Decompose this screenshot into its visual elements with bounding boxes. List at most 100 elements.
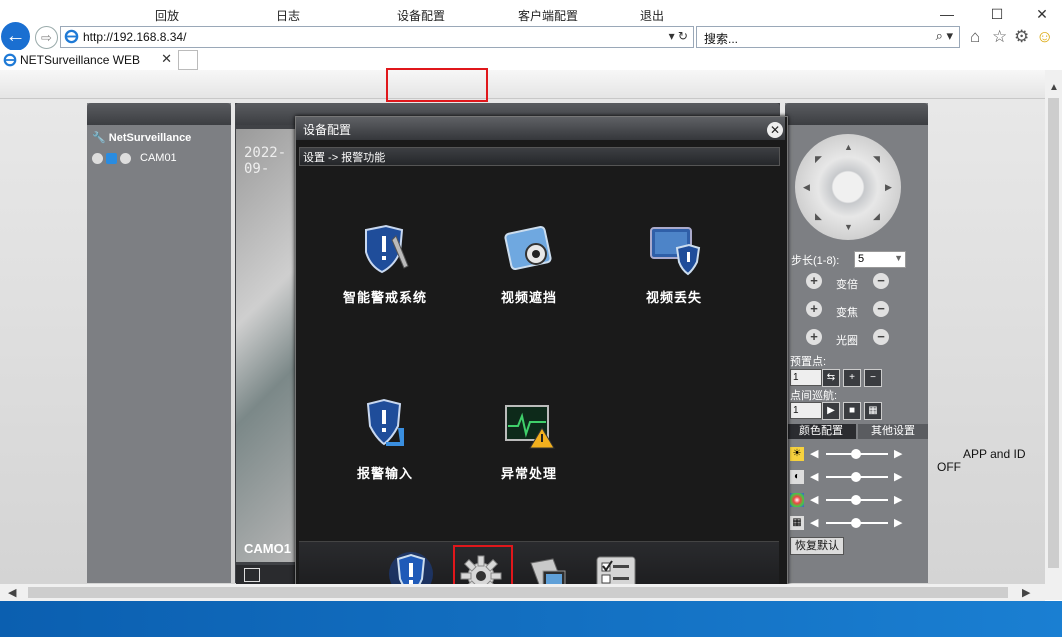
ptz-downleft-icon[interactable]: ◣ [815,211,822,222]
ptz-downright-icon[interactable]: ◢ [873,211,880,222]
minimize-icon[interactable]: — [935,6,959,24]
cruise-play-icon[interactable]: ▶ [822,402,840,420]
slider-left-icon[interactable]: ◀ [810,516,818,529]
ptz-up-icon[interactable]: ▲ [844,142,853,152]
new-tab-button[interactable] [178,50,198,70]
ptz-down-icon[interactable]: ▼ [844,222,853,232]
address-bar[interactable]: http://192.168.8.34/ ▾ ↻ [60,26,694,48]
brightness-slider[interactable]: ☀ ◀ ▶ [790,447,910,461]
preset-goto-icon[interactable]: ⇆ [822,369,840,387]
favorites-star-icon[interactable]: ☆ [992,27,1007,47]
cruise-input[interactable]: 1 [790,402,822,419]
search-placeholder[interactable]: 搜索... [704,30,738,47]
preset-remove-icon[interactable]: − [864,369,882,387]
saturation-slider[interactable]: ◀ ▶ [790,493,910,507]
refresh-icon[interactable]: ▾ ↻ [669,29,688,43]
feature-label: 报警输入 [356,466,413,481]
video-toolbar [236,565,298,585]
search-icon[interactable]: ⌕ ▾ [936,28,953,44]
cruise-grid-icon[interactable]: ▦ [864,402,882,420]
feature-smart-alert[interactable]: 智能警戒系统 [325,222,445,306]
slider-left-icon[interactable]: ◀ [810,470,818,483]
hue-grid-icon: ▦ [790,516,804,530]
iris-plus-button[interactable]: + [806,329,822,345]
step-label: 步长(1-8): [791,255,840,267]
preset-add-icon[interactable]: + [843,369,861,387]
feature-alarm-input[interactable]: 报警输入 [325,398,445,482]
ptz-left-icon[interactable]: ◀ [803,182,810,193]
ptz-right-icon[interactable]: ▶ [885,182,892,193]
brightness-icon: ☀ [790,447,804,461]
dialog-close-icon[interactable]: ✕ [767,122,783,138]
slider-left-icon[interactable]: ◀ [810,447,818,460]
fullscreen-icon[interactable] [244,568,260,582]
zoom-minus-button[interactable]: − [873,273,889,289]
ptz-direction-pad[interactable]: ▲ ▼ ◀ ▶ ◤ ◥ ◣ ◢ [795,134,901,240]
play-icon[interactable] [106,152,117,164]
feedback-smile-icon[interactable]: ☺ [1036,27,1053,47]
focus-plus-button[interactable]: + [806,301,822,317]
device-tree-root[interactable]: 🔧 NetSurveillance [92,131,191,144]
iris-minus-button[interactable]: − [873,329,889,345]
settings-gear-icon[interactable]: ⚙ [1014,27,1029,47]
scroll-thumb[interactable] [28,587,1008,598]
window-close-icon[interactable]: ✕ [1030,6,1054,24]
contrast-slider[interactable]: ◐ ◀ ▶ [790,470,910,484]
menu-client-config[interactable]: 客户端配置 [518,7,578,24]
panel-header [785,103,928,125]
top-menu [0,70,1045,99]
feature-video-cover[interactable]: 视频遮挡 [469,222,589,306]
maximize-icon[interactable]: ☐ [985,6,1009,24]
ptz-upleft-icon[interactable]: ◤ [815,154,822,165]
step-select[interactable]: 5 ▼ [854,251,906,268]
browser-tab[interactable]: NETSurveillance WEB ✕ [0,50,179,70]
vertical-scrollbar[interactable]: ▲ [1045,70,1062,600]
tab-close-icon[interactable]: ✕ [161,51,172,67]
menu-log[interactable]: 日志 [276,7,300,24]
preset-input[interactable]: 1 [790,369,822,386]
horizontal-scrollbar[interactable]: ◀ ▶ [0,584,1045,601]
scroll-right-icon[interactable]: ▶ [1022,586,1030,599]
device-tree-root-label: NetSurveillance [108,132,192,144]
record-icon[interactable] [120,152,131,164]
menu-device-config[interactable]: 设备配置 [397,7,445,24]
tab-other-settings[interactable]: 其他设置 [858,424,928,439]
slider-right-icon[interactable]: ▶ [894,493,902,506]
cruise-stop-icon[interactable]: ■ [843,402,861,420]
stop-icon[interactable] [92,152,103,164]
menu-playback[interactable]: 回放 [155,7,179,24]
zoom-plus-button[interactable]: + [806,273,822,289]
home-icon[interactable]: ⌂ [970,27,980,47]
video-feed[interactable]: 2022-09- [236,129,298,562]
slider-knob[interactable] [851,518,861,528]
menu-logout[interactable]: 退出 [640,7,664,24]
scroll-left-icon[interactable]: ◀ [8,586,16,599]
slider-right-icon[interactable]: ▶ [894,516,902,529]
slider-right-icon[interactable]: ▶ [894,447,902,460]
back-button[interactable]: ← [1,22,30,51]
tab-color-config[interactable]: 颜色配置 [786,424,856,439]
address-url[interactable]: http://192.168.8.34/ [83,30,186,44]
panel-header [87,103,231,125]
slider-knob[interactable] [851,495,861,505]
slider-knob[interactable] [851,472,861,482]
feature-video-loss[interactable]: 视频丢失 [614,222,734,306]
tab-ie-icon [3,53,17,67]
restore-default-button[interactable]: 恢复默认 [790,537,844,555]
forward-button[interactable]: ⇨ [35,26,58,49]
contrast-icon: ◐ [790,470,804,484]
search-box[interactable]: 搜索... ⌕ ▾ [696,26,960,48]
slider-left-icon[interactable]: ◀ [810,493,818,506]
camera-item[interactable]: CAM01 [92,152,177,164]
hue-slider[interactable]: ▦ ◀ ▶ [790,516,910,530]
scroll-up-icon[interactable]: ▲ [1049,82,1059,93]
slider-knob[interactable] [851,449,861,459]
color-tabs: 颜色配置 其他设置 [786,424,928,439]
iris-label: 光圈 [836,335,858,347]
focus-minus-button[interactable]: − [873,301,889,317]
ptz-upright-icon[interactable]: ◥ [873,154,880,165]
app-id-text: APP and ID [963,447,1026,461]
slider-right-icon[interactable]: ▶ [894,470,902,483]
scroll-thumb[interactable] [1048,98,1059,568]
feature-exception[interactable]: 异常处理 [469,398,589,482]
